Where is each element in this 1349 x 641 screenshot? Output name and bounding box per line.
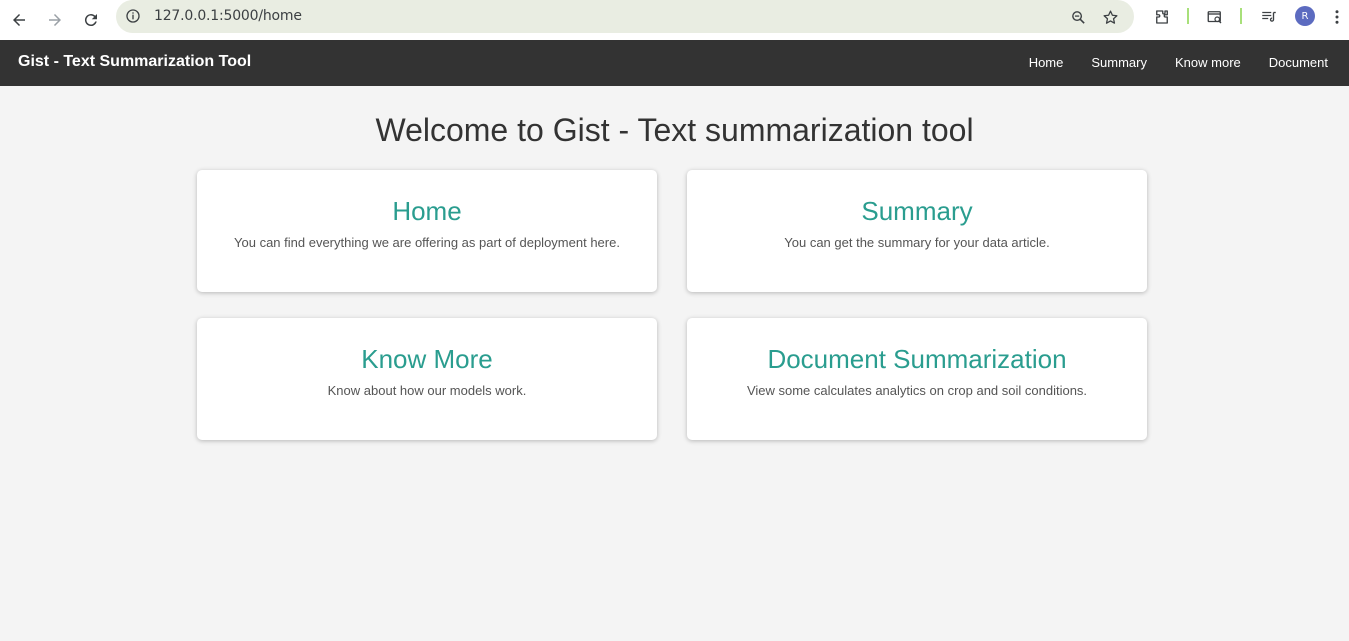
nav-link-home[interactable]: Home [1015, 40, 1078, 86]
card-title: Document Summarization [767, 344, 1067, 374]
tab-search-icon[interactable] [1201, 5, 1229, 29]
card-summary[interactable]: Summary You can get the summary for your… [687, 170, 1147, 292]
nav-link-document[interactable]: Document [1255, 40, 1349, 86]
card-description: You can get the summary for your data ar… [784, 235, 1050, 250]
back-icon[interactable] [4, 5, 34, 35]
card-title: Know More [361, 344, 493, 374]
menu-kebab-icon[interactable] [1327, 5, 1347, 29]
card-document-summarization[interactable]: Document Summarization View some calcula… [687, 318, 1147, 440]
nav-link-know-more[interactable]: Know more [1161, 40, 1255, 86]
forward-icon[interactable] [40, 5, 70, 35]
card-description: Know about how our models work. [327, 383, 527, 398]
card-know-more[interactable]: Know More Know about how our models work… [197, 318, 657, 440]
extensions-icon[interactable] [1148, 5, 1176, 29]
site-info-icon[interactable] [125, 8, 141, 24]
nav-link-summary[interactable]: Summary [1077, 40, 1161, 86]
reload-icon[interactable] [76, 5, 106, 35]
reading-list-icon[interactable] [1255, 5, 1283, 29]
nav-links: Home Summary Know more Document [1015, 40, 1349, 86]
site-navbar: Gist - Text Summarization Tool Home Summ… [0, 40, 1349, 86]
brand-title[interactable]: Gist - Text Summarization Tool [18, 53, 251, 71]
card-title: Summary [861, 196, 973, 226]
card-description: View some calculates analytics on crop a… [746, 383, 1088, 398]
zoom-icon[interactable] [1067, 6, 1089, 28]
profile-avatar[interactable]: R [1295, 6, 1315, 26]
toolbar-divider [1187, 8, 1189, 24]
card-title: Home [392, 196, 462, 226]
address-bar[interactable]: 127.0.0.1:5000/home [116, 0, 1134, 33]
card-home[interactable]: Home You can find everything we are offe… [197, 170, 657, 292]
url-text[interactable]: 127.0.0.1:5000/home [154, 8, 302, 24]
bookmark-star-icon[interactable] [1099, 6, 1121, 28]
page-title: Welcome to Gist - Text summarization too… [375, 112, 974, 148]
toolbar-divider [1240, 8, 1242, 24]
card-description: You can find everything we are offering … [234, 235, 620, 250]
browser-toolbar: 127.0.0.1:5000/home R [0, 0, 1349, 40]
